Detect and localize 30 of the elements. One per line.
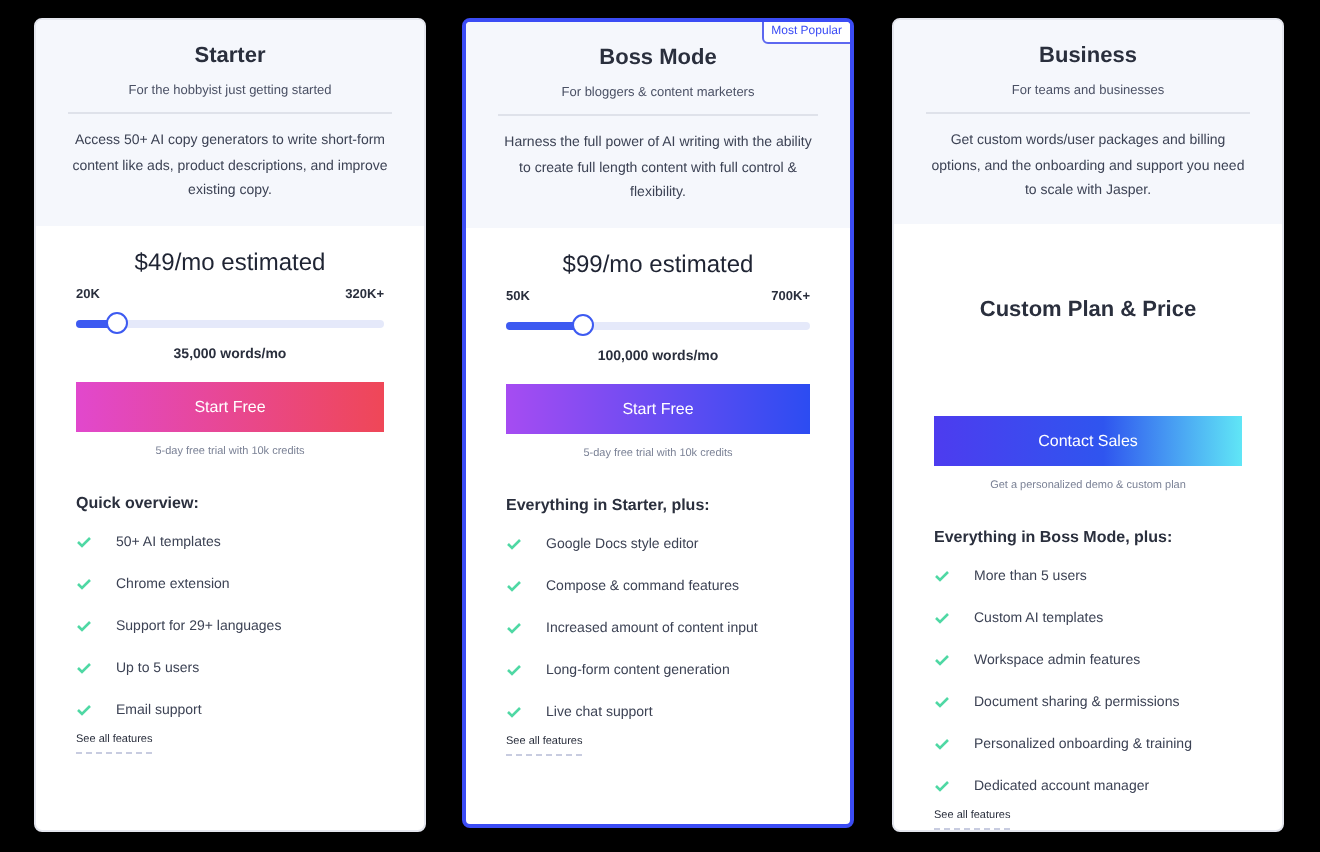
check-icon bbox=[506, 664, 522, 676]
price-text: $49/mo estimated bbox=[132, 248, 328, 276]
check-icon bbox=[76, 662, 92, 674]
check-icon bbox=[76, 578, 92, 590]
plan-title: Business bbox=[1039, 44, 1137, 68]
plan-title: Boss Mode bbox=[599, 46, 717, 70]
check-icon bbox=[506, 706, 522, 718]
cta-button[interactable]: Start Free bbox=[76, 382, 384, 432]
check-icon bbox=[506, 622, 522, 634]
features-heading: Quick overview: bbox=[76, 494, 201, 512]
cta-button[interactable]: Contact Sales bbox=[934, 416, 1242, 466]
check-icon bbox=[934, 570, 950, 582]
custom-price-text: Custom Plan & Price bbox=[977, 298, 1199, 326]
features-heading: Everything in Boss Mode, plus: bbox=[934, 528, 1175, 546]
plan-title: Starter bbox=[194, 44, 266, 68]
check-icon bbox=[934, 696, 950, 708]
check-icon bbox=[934, 738, 950, 750]
check-icon bbox=[506, 538, 522, 550]
price-text: $99/mo estimated bbox=[560, 250, 756, 278]
check-icon bbox=[934, 612, 950, 624]
slider-thumb[interactable] bbox=[572, 314, 594, 336]
check-icon bbox=[76, 620, 92, 632]
cta-button[interactable]: Start Free bbox=[506, 384, 810, 434]
check-icon bbox=[76, 536, 92, 548]
check-icon bbox=[934, 780, 950, 792]
check-icon bbox=[76, 704, 92, 716]
check-icon bbox=[934, 654, 950, 666]
slider-thumb[interactable] bbox=[106, 312, 129, 334]
check-icon bbox=[506, 580, 522, 592]
features-heading: Everything in Starter, plus: bbox=[506, 496, 712, 514]
